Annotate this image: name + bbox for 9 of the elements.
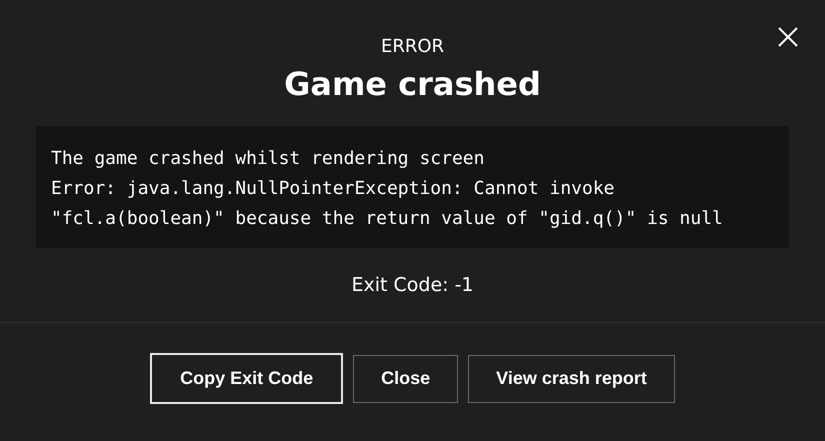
exit-code-text: Exit Code: -1 <box>351 273 474 298</box>
error-log-line: The game crashed whilst rendering screen <box>51 147 486 171</box>
dialog-kicker: ERROR <box>380 36 444 58</box>
dialog-button[interactable]: Copy Exit Code <box>150 353 344 404</box>
dialog-button[interactable]: Close <box>353 354 458 402</box>
error-log-line: "fcl.a(boolean)" because the return value of "gid.q()" is null <box>51 207 724 231</box>
dialog-title: Game crashed <box>284 64 541 105</box>
dialog-button[interactable]: View crash report <box>468 354 675 402</box>
error-log-line: Error: java.lang.NullPointerException: Cannot invoke <box>51 177 616 201</box>
